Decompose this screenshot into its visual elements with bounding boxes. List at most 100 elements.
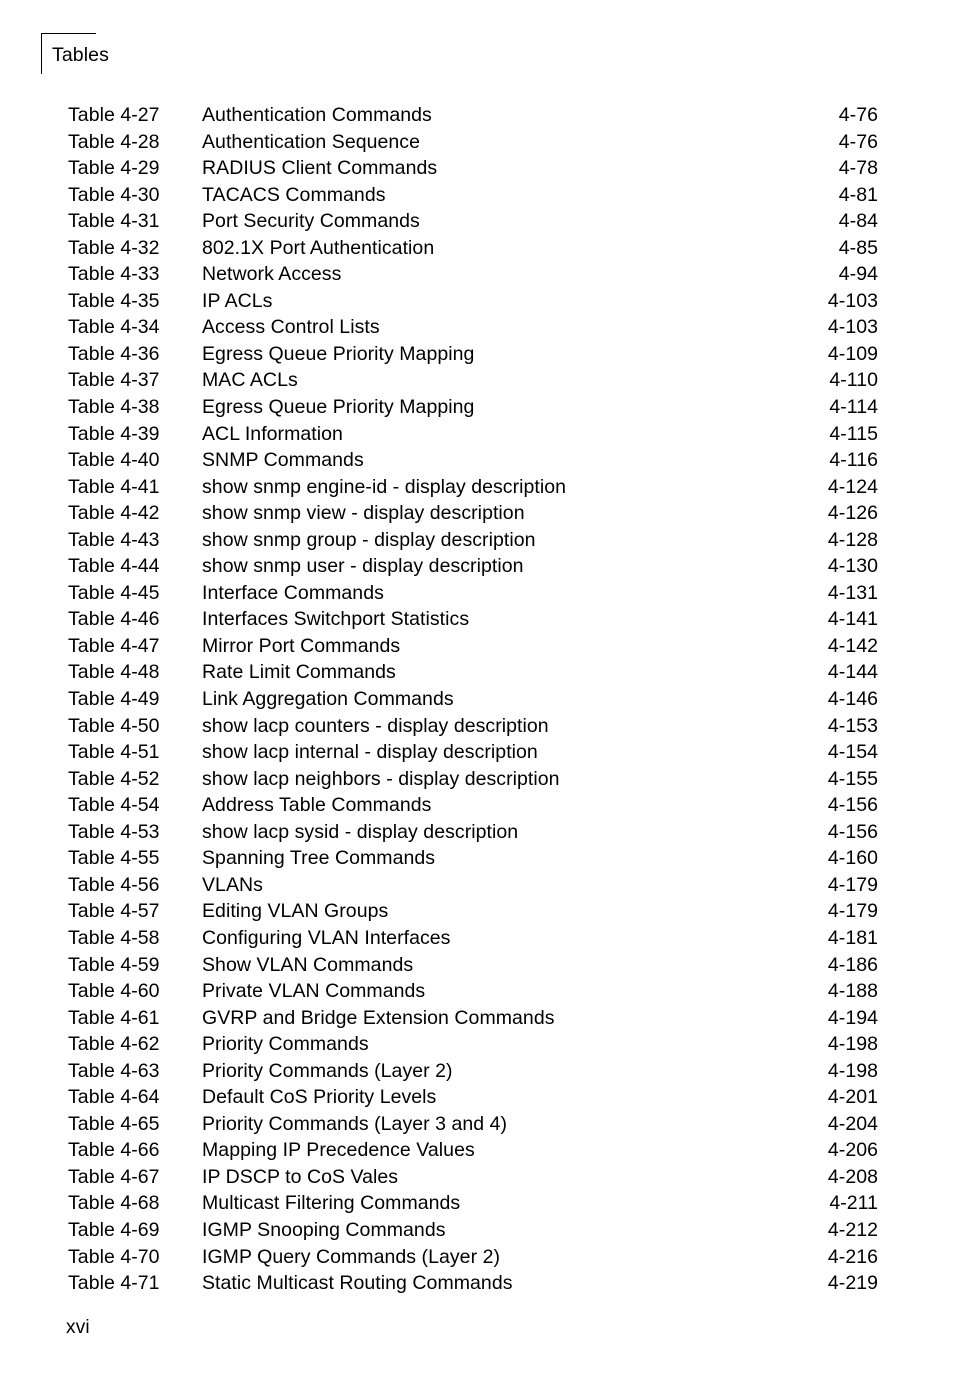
table-row[interactable]: Table 4-31 Port Security Commands 4-84 [68,208,878,235]
table-row[interactable]: Table 4-54 Address Table Commands 4-156 [68,792,878,819]
table-row[interactable]: Table 4-41 show snmp engine-id - display … [68,474,878,501]
table-page-number: 4-131 [827,581,878,604]
table-row[interactable]: Table 4-55 Spanning Tree Commands 4-160 [68,845,878,872]
table-row[interactable]: Table 4-40 SNMP Commands 4-116 [68,447,878,474]
table-label: Table 4-70 [68,1245,160,1268]
header-title: Tables [52,44,109,66]
table-row[interactable]: Table 4-45 Interface Commands 4-131 [68,580,878,607]
table-page-number: 4-155 [827,767,878,790]
table-title: MAC ACLs [202,369,298,392]
table-title: Network Access [202,263,342,286]
table-row[interactable]: Table 4-58 Configuring VLAN Interfaces 4-1… [68,925,878,952]
table-row[interactable]: Table 4-68 Multicast Filtering Commands 4-… [68,1190,878,1217]
table-page-number: 4-144 [827,661,878,684]
table-label: Table 4-36 [68,342,160,365]
table-title: Priority Commands [202,1033,369,1056]
table-row[interactable]: Table 4-43 show snmp group - display desc… [68,527,878,554]
table-row[interactable]: Table 4-59 Show VLAN Commands 4-186 [68,952,878,979]
header-rule-vertical [41,33,42,74]
table-page-number: 4-76 [838,130,878,153]
table-title: VLANs [202,873,263,896]
table-row[interactable]: Table 4-62 Priority Commands 4-198 [68,1031,878,1058]
table-row[interactable]: Table 4-33 Network Access 4-94 [68,261,878,288]
table-row[interactable]: Table 4-28 Authentication Sequence 4-76 [68,129,878,156]
table-title: Priority Commands (Layer 3 and 4) [202,1112,508,1135]
table-page-number: 4-186 [827,953,878,976]
table-title: Editing VLAN Groups [202,900,389,923]
table-row[interactable]: Table 4-65 Priority Commands (Layer 3 and… [68,1111,878,1138]
table-label: Table 4-44 [68,555,160,578]
table-row[interactable]: Table 4-27 Authentication Commands 4-76 [68,102,878,129]
table-row[interactable]: Table 4-60 Private VLAN Commands 4-188 [68,978,878,1005]
table-row[interactable]: Table 4-52 show lacp neighbors - display … [68,766,878,793]
table-label: Table 4-58 [68,926,160,949]
table-page-number: 4-128 [827,528,878,551]
table-title: show snmp engine-id - display descriptio… [202,475,567,498]
table-row[interactable]: Table 4-57 Editing VLAN Groups 4-179 [68,898,878,925]
table-page-number: 4-142 [827,634,878,657]
table-row[interactable]: Table 4-64 Default CoS Priority Levels 4-2… [68,1084,878,1111]
table-row[interactable]: Table 4-37 MAC ACLs 4-110 [68,367,878,394]
table-title: 802.1X Port Authentication [202,236,435,259]
table-label: Table 4-57 [68,900,160,923]
table-row[interactable]: Table 4-51 show lacp internal - display d… [68,739,878,766]
table-row[interactable]: Table 4-36 Egress Queue Priority Mapping 4… [68,341,878,368]
table-page-number: 4-126 [827,502,878,525]
table-label: Table 4-49 [68,688,160,711]
table-label: Table 4-37 [68,369,160,392]
table-title: Mapping IP Precedence Values [202,1139,475,1162]
table-title: Configuring VLAN Interfaces [202,926,451,949]
table-page-number: 4-114 [829,396,878,419]
table-label: Table 4-35 [68,289,160,312]
table-label: Table 4-42 [68,502,160,525]
table-row[interactable]: Table 4-42 show snmp view - display descr… [68,500,878,527]
table-row[interactable]: Table 4-48 Rate Limit Commands 4-144 [68,659,878,686]
table-row[interactable]: Table 4-53 show lacp sysid - display desc… [68,819,878,846]
table-row[interactable]: Table 4-39 ACL Information 4-115 [68,421,878,448]
table-row[interactable]: Table 4-66 Mapping IP Precedence Values 4-… [68,1137,878,1164]
table-label: Table 4-30 [68,183,160,206]
table-page-number: 4-156 [827,820,878,843]
table-title: Port Security Commands [202,210,420,233]
table-page-number: 4-156 [827,794,878,817]
table-row[interactable]: Table 4-34 Access Control Lists 4-103 [68,314,878,341]
table-title: show lacp counters - display description [202,714,549,737]
table-title: show snmp view - display description [202,502,525,525]
table-page-number: 4-81 [838,183,878,206]
table-row[interactable]: Table 4-69 IGMP Snooping Commands 4-212 [68,1217,878,1244]
table-label: Table 4-66 [68,1139,160,1162]
table-row[interactable]: Table 4-71 Static Multicast Routing Comma… [68,1270,878,1297]
table-page-number: 4-94 [838,263,878,286]
table-row[interactable]: Table 4-29 RADIUS Client Commands 4-78 [68,155,878,182]
table-row[interactable]: Table 4-61 GVRP and Bridge Extension Comm… [68,1005,878,1032]
table-row[interactable]: Table 4-44 show snmp user - display descr… [68,553,878,580]
table-title: SNMP Commands [202,449,364,472]
table-title: Mirror Port Commands [202,634,401,657]
table-title: show lacp internal - display description [202,741,538,764]
table-row[interactable]: Table 4-70 IGMP Query Commands (Layer 2) 4… [68,1244,878,1271]
table-row[interactable]: Table 4-50 show lacp counters - display d… [68,713,878,740]
table-label: Table 4-64 [68,1086,160,1109]
table-page-number: 4-116 [829,449,878,472]
table-label: Table 4-48 [68,661,160,684]
table-page-number: 4-211 [829,1192,878,1215]
table-row[interactable]: Table 4-38 Egress Queue Priority Mapping 4… [68,394,878,421]
table-row[interactable]: Table 4-56 VLANs 4-179 [68,872,878,899]
table-row[interactable]: Table 4-67 IP DSCP to CoS Vales 4-208 [68,1164,878,1191]
table-row[interactable]: Table 4-63 Priority Commands (Layer 2) 4-1… [68,1058,878,1085]
table-row[interactable]: Table 4-35 IP ACLs 4-103 [68,288,878,315]
table-row[interactable]: Table 4-32 802.1X Port Authentication 4-85 [68,235,878,262]
table-label: Table 4-43 [68,528,160,551]
table-label: Table 4-54 [68,794,160,817]
table-label: Table 4-68 [68,1192,160,1215]
table-title: Access Control Lists [202,316,380,339]
table-row[interactable]: Table 4-49 Link Aggregation Commands 4-146 [68,686,878,713]
table-row[interactable]: Table 4-47 Mirror Port Commands 4-142 [68,633,878,660]
table-page-number: 4-216 [827,1245,878,1268]
table-label: Table 4-28 [68,130,160,153]
table-label: Table 4-40 [68,449,160,472]
table-page-number: 4-179 [827,873,878,896]
table-title: Default CoS Priority Levels [202,1086,437,1109]
table-row[interactable]: Table 4-46 Interfaces Switchport Statisti… [68,606,878,633]
table-row[interactable]: Table 4-30 TACACS Commands 4-81 [68,182,878,209]
